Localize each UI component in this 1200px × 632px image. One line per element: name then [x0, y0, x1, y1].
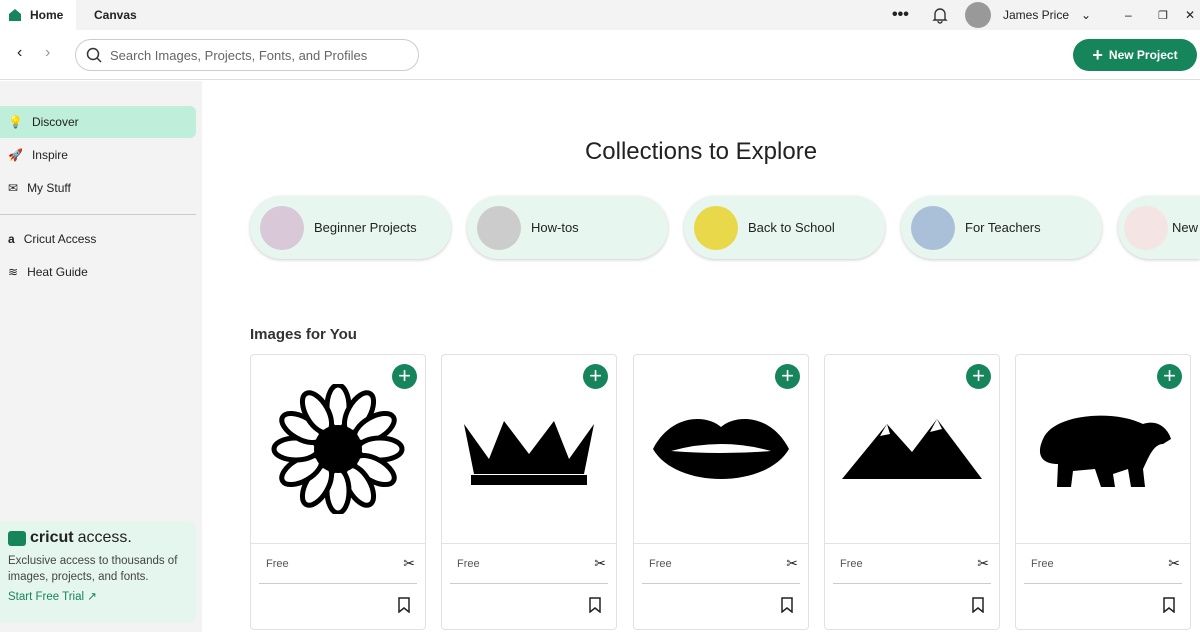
label: My Stuff [27, 181, 71, 195]
divider [833, 583, 991, 584]
collection-thumbnail [911, 205, 955, 250]
divider [450, 583, 608, 584]
collection-thumbnail [1124, 205, 1168, 250]
sidebar-item-inspire[interactable]: 🚀 Inspire [0, 139, 196, 171]
collection-thumbnail [477, 205, 521, 250]
close-button[interactable]: ✕ [1185, 0, 1195, 30]
rocket-icon: 🚀 [8, 148, 23, 162]
price-label: Free [457, 558, 480, 570]
tab-home[interactable]: Home [0, 0, 76, 30]
add-icon[interactable]: + [1157, 364, 1182, 389]
logo-bold: cricut [30, 529, 74, 546]
sidebar-item-heat-guide[interactable]: ≋ Heat Guide [0, 256, 196, 288]
avatar [965, 2, 991, 28]
home-icon [9, 9, 21, 21]
cricut-access-promo: cricut access. Exclusive access to thousa… [0, 521, 196, 623]
access-icon: a [8, 232, 15, 246]
label: New [1172, 220, 1199, 235]
search-input[interactable]: Search Images, Projects, Fonts, and Prof… [75, 39, 419, 71]
divider [825, 543, 999, 544]
bookmark-icon[interactable] [971, 597, 985, 613]
images-section-title: Images for You [250, 326, 357, 343]
add-icon[interactable]: + [392, 364, 417, 389]
plus-icon: + [1092, 44, 1103, 65]
minimize-button[interactable]: – [1125, 0, 1132, 30]
scissors-icon: ✂ [403, 555, 415, 571]
user-name: James Price [1003, 8, 1070, 22]
sidebar-item-discover[interactable]: 💡 Discover [0, 106, 196, 138]
collection-back-to-school[interactable]: Back to School [684, 196, 885, 259]
price-label: Free [840, 558, 863, 570]
scissors-icon: ✂ [594, 555, 606, 571]
cricut-access-logo: cricut access. [8, 529, 188, 547]
bookmark-icon[interactable] [397, 597, 411, 613]
tab-canvas[interactable]: Canvas [94, 0, 137, 30]
scissors-icon: ✂ [1168, 555, 1180, 571]
label: Beginner Projects [314, 220, 417, 235]
search-placeholder: Search Images, Projects, Fonts, and Prof… [110, 47, 368, 63]
label: For Teachers [965, 220, 1041, 235]
folder-icon: ✉ [8, 181, 19, 195]
price-label: Free [1031, 558, 1054, 570]
divider [634, 543, 808, 544]
new-project-label: New Project [1108, 48, 1178, 62]
sidebar: 💡 Discover 🚀 Inspire ✉ My Stuff a Cricut Acc… [0, 81, 202, 632]
sidebar-item-cricut-access[interactable]: a Cricut Access [0, 223, 196, 255]
start-free-trial-link[interactable]: Start Free Trial ↗ [8, 589, 188, 603]
promo-text: Exclusive access to thousands of images,… [8, 555, 178, 583]
divider [259, 583, 417, 584]
label: Back to School [748, 220, 835, 235]
logo-light: access. [77, 529, 132, 546]
divider [442, 543, 616, 544]
more-icon[interactable]: ••• [892, 0, 909, 30]
new-project-button[interactable]: + New Project [1073, 39, 1197, 71]
bookmark-icon[interactable] [1162, 597, 1176, 613]
forward-icon[interactable]: › [45, 44, 50, 62]
add-icon[interactable]: + [966, 364, 991, 389]
divider [251, 543, 425, 544]
label: Cricut Access [23, 232, 97, 246]
label: How-tos [531, 220, 579, 235]
back-icon[interactable]: ‹ [17, 44, 22, 62]
tab-home-label: Home [30, 8, 64, 22]
sidebar-item-my-stuff[interactable]: ✉ My Stuff [0, 172, 196, 204]
label: Discover [31, 115, 79, 129]
divider [1024, 583, 1182, 584]
image-card-crown[interactable]: + Free ✂ [441, 354, 617, 630]
label: Inspire [31, 148, 68, 162]
collection-thumbnail [694, 205, 738, 250]
image-card-sunflower[interactable]: + Free ✂ [250, 354, 426, 630]
collection-thumbnail [260, 205, 304, 250]
page-title: Collections to Explore [584, 138, 818, 165]
add-icon[interactable]: + [583, 364, 608, 389]
collection-new[interactable]: New [1118, 196, 1200, 259]
collection-for-teachers[interactable]: For Teachers [901, 196, 1102, 259]
price-label: Free [266, 558, 289, 570]
price-label: Free [649, 558, 672, 570]
divider [0, 214, 196, 215]
collection-beginner-projects[interactable]: Beginner Projects [250, 196, 451, 259]
lightbulb-icon: 💡 [8, 115, 23, 129]
add-icon[interactable]: + [775, 364, 800, 389]
chevron-down-icon: ⌄ [1081, 8, 1092, 22]
search-icon [86, 47, 102, 63]
bookmark-icon[interactable] [588, 597, 602, 613]
image-card-mountains[interactable]: + Free ✂ [824, 354, 1000, 630]
scissors-icon: ✂ [786, 555, 798, 571]
image-card-lips[interactable]: + Free ✂ [633, 354, 809, 630]
lock-icon [8, 530, 26, 546]
bell-icon[interactable] [932, 6, 948, 24]
divider [1016, 543, 1190, 544]
bookmark-icon[interactable] [780, 597, 794, 613]
image-card-bear[interactable]: + Free ✂ [1015, 354, 1191, 630]
user-menu[interactable]: James Price ⌄ [965, 0, 1091, 30]
label: Heat Guide [27, 265, 88, 279]
heat-icon: ≋ [8, 265, 19, 279]
scissors-icon: ✂ [977, 555, 989, 571]
title-bar: Home Canvas ••• James Price ⌄ – ❐ ✕ [0, 0, 1200, 30]
divider [642, 583, 800, 584]
maximize-button[interactable]: ❐ [1158, 0, 1168, 30]
collection-how-tos[interactable]: How-tos [467, 196, 668, 259]
